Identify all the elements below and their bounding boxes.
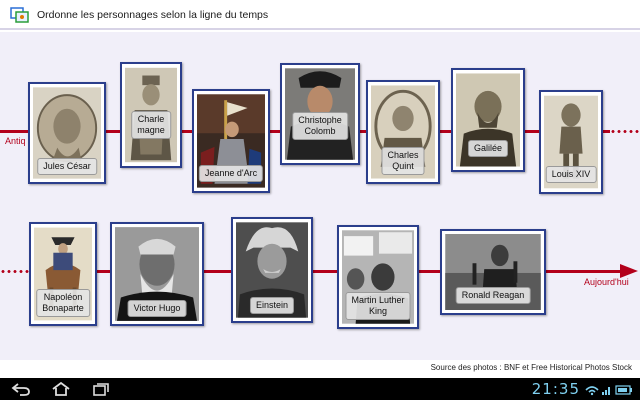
card-label: Louis XIV xyxy=(545,166,597,183)
portrait-image: Galilée xyxy=(456,73,520,167)
portrait-image: Victor Hugo xyxy=(115,227,199,321)
timeline-arrow-icon xyxy=(620,264,638,278)
card-martin-luther-king[interactable]: Martin Luther King xyxy=(337,225,419,329)
card-victor-hugo[interactable]: Victor Hugo xyxy=(110,222,204,326)
status-icons xyxy=(584,383,634,396)
card-label: Christophe Colomb xyxy=(292,112,348,140)
home-icon[interactable] xyxy=(50,381,72,397)
card-label: Jeanne d'Arc xyxy=(198,165,264,182)
card-ronald-reagan[interactable]: Ronald Reagan xyxy=(440,229,546,315)
timeline-dots-top-right xyxy=(604,130,640,133)
wifi-icon xyxy=(585,386,599,396)
card-label: Charles Quint xyxy=(381,147,425,175)
card-label: Victor Hugo xyxy=(127,300,187,317)
app-title-bar: Ordonne les personnages selon la ligne d… xyxy=(0,0,640,30)
timeline-stage: Antiq Aujourd'hui Jules César Charle mag… xyxy=(0,32,640,360)
timeline-start-label: Antiq xyxy=(5,136,26,146)
portrait-image: Napoléon Bonaparte xyxy=(34,227,92,321)
card-charles-quint[interactable]: Charles Quint xyxy=(366,80,440,184)
recent-apps-icon[interactable] xyxy=(90,381,112,397)
timeline-end-label: Aujourd'hui xyxy=(584,277,629,287)
portrait-image: Einstein xyxy=(236,222,308,318)
portrait-image: Ronald Reagan xyxy=(445,234,541,310)
portrait-image: Martin Luther King xyxy=(342,230,414,324)
card-label: Charle magne xyxy=(131,111,171,139)
card-charlemagne[interactable]: Charle magne xyxy=(120,62,182,168)
card-christophe-colomb[interactable]: Christophe Colomb xyxy=(280,63,360,165)
portrait-image: Charles Quint xyxy=(371,85,435,179)
card-jules-cesar[interactable]: Jules César xyxy=(28,82,106,184)
card-napoleon[interactable]: Napoléon Bonaparte xyxy=(29,222,97,326)
timeline-app-icon xyxy=(10,7,29,23)
page-title: Ordonne les personnages selon la ligne d… xyxy=(37,9,269,21)
signal-icon xyxy=(602,387,610,395)
portrait-image: Christophe Colomb xyxy=(285,68,355,160)
portrait-image: Charle magne xyxy=(125,67,177,163)
back-icon[interactable] xyxy=(10,381,32,397)
system-navigation-bar: 21:35 xyxy=(0,378,640,400)
battery-icon xyxy=(615,385,632,395)
card-label: Napoléon Bonaparte xyxy=(36,289,90,317)
card-galilee[interactable]: Galilée xyxy=(451,68,525,172)
photo-source-caption: Source des photos : BNF et Free Historic… xyxy=(430,363,632,372)
card-jeanne-darc[interactable]: Jeanne d'Arc xyxy=(192,89,270,193)
status-clock: 21:35 xyxy=(531,380,580,398)
card-label: Einstein xyxy=(249,297,295,314)
card-label: Galilée xyxy=(467,140,509,157)
card-label: Martin Luther King xyxy=(345,292,411,320)
card-label: Ronald Reagan xyxy=(455,287,531,304)
card-einstein[interactable]: Einstein xyxy=(231,217,313,323)
portrait-image: Louis XIV xyxy=(544,95,598,189)
card-label: Jules César xyxy=(37,158,97,175)
portrait-image: Jules César xyxy=(33,87,101,179)
portrait-image: Jeanne d'Arc xyxy=(197,94,265,188)
card-louis-xiv[interactable]: Louis XIV xyxy=(539,90,603,194)
